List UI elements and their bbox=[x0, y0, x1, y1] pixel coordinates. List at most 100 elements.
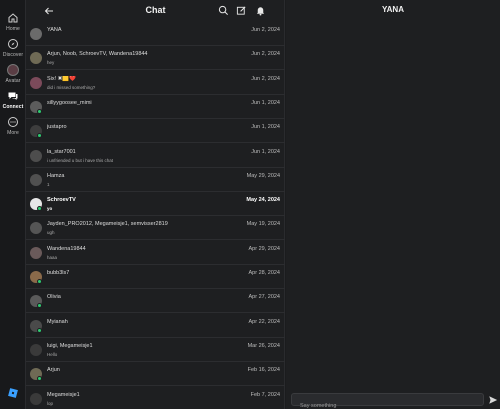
avatar bbox=[30, 76, 42, 89]
conversation-date: Feb 16, 2024 bbox=[247, 367, 280, 374]
connect-icon bbox=[8, 92, 18, 100]
conversation-name: YANA bbox=[47, 27, 62, 33]
conversation-date: Jun 2, 2024 bbox=[251, 75, 280, 82]
online-status-dot bbox=[37, 108, 42, 114]
conversation-preview: did i missed something? bbox=[47, 84, 96, 90]
conversation-row[interactable]: Wandena19844 haaa Apr 29, 2024 bbox=[26, 241, 285, 265]
chat-panel: Chat YANA Jun 2, 2024 Arjun, Noob, Schroev… bbox=[26, 0, 285, 409]
conversation-name: Myianah bbox=[47, 318, 68, 325]
conversation-preview: haaa bbox=[47, 254, 58, 260]
left-nav: Home Discover Avatar Connect More bbox=[0, 0, 26, 409]
nav-more[interactable]: More bbox=[0, 116, 26, 136]
conversation-name: Olivia bbox=[47, 294, 61, 301]
conversation-name: Arjun, Noob, SchroevTV, Wandena19844 bbox=[47, 51, 148, 58]
conversation-row[interactable]: sillyygoosee_mimi Jun 1, 2024 bbox=[26, 95, 285, 119]
conversation-preview: i unfriended u but i have this chat bbox=[47, 157, 114, 163]
conversation-row[interactable]: Olivia Apr 27, 2024 bbox=[26, 289, 285, 314]
conversation-date: Jun 1, 2024 bbox=[251, 124, 280, 131]
conversation-name: Jayden_PRO2012, Megameisje1, semvisser28… bbox=[47, 221, 168, 228]
conversation-date: Jun 2, 2024 bbox=[251, 27, 280, 33]
message-input[interactable] bbox=[292, 400, 483, 409]
nav-avatar-label: Avatar bbox=[5, 78, 21, 84]
search-icon[interactable] bbox=[218, 5, 229, 16]
more-icon bbox=[8, 117, 18, 127]
conversation-name: Hamza bbox=[47, 172, 65, 179]
conversation-name: luigi, Megameisje1 bbox=[47, 342, 93, 349]
conversation-row[interactable]: Arjun, Noob, SchroevTV, Wandena19844 hey J… bbox=[26, 46, 285, 71]
home-icon bbox=[8, 13, 18, 23]
conversation-name: Six! ✖🟨❤️ bbox=[47, 75, 77, 82]
nav-home[interactable]: Home bbox=[0, 12, 26, 32]
conversation-name: Arjun bbox=[47, 367, 60, 374]
nav-connect-label: Connect bbox=[2, 104, 24, 110]
nav-home-label: Home bbox=[6, 26, 20, 32]
send-icon[interactable] bbox=[488, 395, 498, 405]
conversation-row[interactable]: bubb3ls7 Apr 28, 2024 bbox=[26, 265, 285, 289]
conversation-date: Apr 29, 2024 bbox=[248, 245, 281, 252]
avatar bbox=[30, 392, 42, 405]
nav-discover[interactable]: Discover bbox=[0, 38, 26, 58]
conversation-pane: YANA bbox=[286, 0, 500, 409]
online-status-dot bbox=[37, 376, 42, 382]
conversation-name: justapro bbox=[47, 124, 67, 131]
online-status-dot bbox=[37, 327, 42, 333]
conversation-title: YANA bbox=[382, 5, 404, 14]
nav-more-label: More bbox=[7, 130, 19, 136]
conversation-name: sillyygoosee_mimi bbox=[47, 99, 92, 106]
avatar bbox=[30, 52, 42, 65]
conversation-date: Jun 2, 2024 bbox=[251, 51, 280, 58]
roblox-logo-icon[interactable] bbox=[7, 387, 19, 399]
conversation-preview: Hello bbox=[47, 351, 58, 357]
chat-header: Chat bbox=[26, 0, 285, 22]
conversation-date: Apr 27, 2024 bbox=[248, 294, 281, 301]
conversation-name: Megameisje1 bbox=[47, 391, 80, 398]
nav-avatar[interactable]: Avatar bbox=[0, 64, 26, 84]
conversation-name: Wandena19844 bbox=[47, 245, 86, 252]
notification-bell-icon[interactable] bbox=[255, 5, 266, 16]
avatar bbox=[30, 246, 42, 259]
conversation-date: Feb 7, 2024 bbox=[250, 391, 280, 398]
conversation-date: Jun 1, 2024 bbox=[251, 99, 280, 106]
online-status-dot bbox=[37, 133, 42, 139]
conversation-row[interactable]: SchroevTV yo May 24, 2024 bbox=[26, 192, 285, 217]
message-input-wrapper bbox=[291, 393, 484, 409]
avatar bbox=[30, 222, 42, 235]
compose-icon[interactable] bbox=[236, 5, 247, 16]
avatar bbox=[30, 149, 42, 162]
conversation-date: May 19, 2024 bbox=[246, 221, 280, 228]
conversation-row[interactable]: luigi, Megameisje1 Hello Mar 26, 2024 bbox=[26, 338, 285, 362]
avatar bbox=[30, 173, 42, 186]
conversation-preview: 1 bbox=[47, 181, 50, 187]
conversation-name: la_star7001 bbox=[47, 148, 76, 155]
conversation-name: bubb3ls7 bbox=[47, 270, 70, 276]
avatar bbox=[30, 343, 42, 356]
conversation-row[interactable]: justapro Jun 1, 2024 bbox=[26, 119, 285, 144]
conversation-row[interactable]: Jayden_PRO2012, Megameisje1, semvisser28… bbox=[26, 216, 285, 241]
online-status-dot bbox=[37, 279, 42, 284]
conversation-row[interactable]: Six! ✖🟨❤️ did i missed something? Jun 2, 2… bbox=[26, 71, 285, 95]
online-status-dot bbox=[37, 206, 42, 212]
conversation-date: Apr 28, 2024 bbox=[248, 270, 281, 276]
conversation-preview: lop bbox=[47, 400, 54, 406]
conversation-date: May 29, 2024 bbox=[246, 172, 280, 179]
avatar-icon bbox=[7, 64, 19, 76]
conversation-date: Jun 1, 2024 bbox=[251, 148, 280, 155]
conversation-date: Apr 22, 2024 bbox=[248, 318, 281, 325]
nav-discover-label: Discover bbox=[2, 52, 24, 58]
compass-icon bbox=[8, 39, 18, 49]
online-status-dot bbox=[37, 303, 42, 309]
conversation-row[interactable]: Hamza 1 May 29, 2024 bbox=[26, 168, 285, 192]
conversation-preview: ugh bbox=[47, 230, 55, 236]
conversation-preview: yo bbox=[47, 206, 53, 212]
conversation-name: SchroevTV bbox=[47, 197, 76, 204]
conversation-row[interactable]: Myianah Apr 22, 2024 bbox=[26, 314, 285, 338]
conversation-date: Mar 26, 2024 bbox=[247, 342, 280, 349]
conversation-row[interactable]: Megameisje1 lop Feb 7, 2024 bbox=[26, 387, 285, 409]
avatar bbox=[30, 28, 42, 40]
conversation-date: May 24, 2024 bbox=[246, 197, 280, 204]
conversation-row[interactable]: Arjun Feb 16, 2024 bbox=[26, 362, 285, 387]
nav-connect[interactable]: Connect bbox=[0, 90, 26, 110]
conversation-row[interactable]: YANA Jun 2, 2024 bbox=[26, 22, 285, 46]
conversation-preview: hey bbox=[47, 60, 55, 66]
conversation-row[interactable]: la_star7001i unfriended u but i have thi… bbox=[26, 144, 285, 168]
